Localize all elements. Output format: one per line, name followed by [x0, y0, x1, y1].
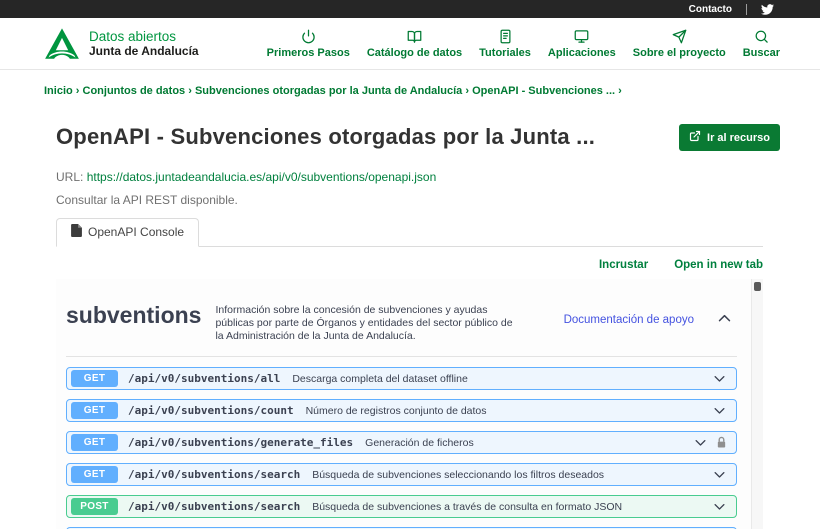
endpoint-summary: Generación de ficheros [365, 436, 474, 449]
resource-url-link[interactable]: https://datos.juntadeandalucia.es/api/v0… [87, 170, 437, 184]
url-label: URL: [56, 170, 84, 184]
breadcrumb-inicio[interactable]: Inicio [44, 85, 83, 97]
embed-link[interactable]: Incrustar [599, 259, 648, 271]
frame-actions: Incrustar Open in new tab [44, 259, 763, 271]
endpoint-summary: Búsqueda de subvenciones a través de con… [312, 500, 623, 513]
breadcrumb-conjuntos[interactable]: Conjuntos de datos [83, 85, 195, 97]
power-icon [301, 29, 316, 44]
method-badge: GET [71, 402, 118, 419]
chevron-up-icon [716, 314, 733, 330]
endpoint-summary: Búsqueda de subvenciones seleccionando l… [312, 468, 605, 481]
nav-item-buscar[interactable]: Buscar [743, 29, 780, 59]
method-badge: GET [71, 370, 118, 387]
section-divider [66, 356, 737, 357]
tab-label: OpenAPI Console [88, 225, 185, 239]
paper-plane-icon [672, 29, 687, 44]
brand[interactable]: Datos abiertos Junta de Andalucía [44, 27, 199, 60]
api-section-description: Información sobre la concesión de subven… [215, 304, 513, 342]
main-content: OpenAPI - Subvenciones otorgadas por la … [44, 124, 780, 529]
tablet-reader-icon [498, 29, 513, 44]
brand-title: Datos abiertos [89, 29, 177, 44]
resource-button-label: Ir al recurso [707, 131, 770, 144]
api-section-header: subventions Información sobre la concesi… [66, 279, 737, 343]
page-subtitle: Consultar la API REST disponible. [56, 193, 238, 207]
chevron-down-icon[interactable] [693, 435, 708, 450]
endpoint-row-generate-files[interactable]: GET /api/v0/subventions/generate_files G… [66, 431, 737, 454]
endpoint-summary: Descarga completa del dataset offline [292, 372, 468, 385]
breadcrumb: Inicio Conjuntos de datos Subvenciones o… [44, 85, 776, 97]
console-scrollbar[interactable] [751, 279, 763, 529]
api-section-title: subventions [66, 302, 202, 328]
nav-label: Tutoriales [479, 46, 531, 59]
tab-bar: OpenAPI Console [56, 218, 763, 247]
open-in-new-tab-link[interactable]: Open in new tab [674, 259, 763, 271]
site-header: Datos abiertos Junta de Andalucía Primer… [0, 18, 820, 70]
nav-label: Buscar [742, 46, 780, 59]
nav-item-aplicaciones[interactable]: Aplicaciones [548, 29, 616, 59]
file-icon [71, 224, 82, 240]
monitor-icon [574, 29, 589, 44]
breadcrumb-openapi[interactable]: OpenAPI - Subvenciones ... [472, 85, 622, 97]
lock-icon[interactable] [716, 436, 727, 449]
nav-item-catalogo[interactable]: Catálogo de datos [367, 29, 462, 59]
endpoint-path: /api/v0/subventions/search [128, 500, 301, 513]
twitter-icon[interactable] [761, 3, 774, 16]
external-link-icon [689, 130, 701, 145]
nav-item-tutoriales[interactable]: Tutoriales [479, 29, 531, 59]
openapi-console-frame: subventions Información sobre la concesi… [56, 279, 763, 529]
tab-openapi-console[interactable]: OpenAPI Console [56, 218, 200, 247]
contact-link[interactable]: Contacto [689, 4, 732, 15]
method-badge: GET [71, 434, 118, 451]
chevron-down-icon[interactable] [712, 371, 727, 386]
nav-item-primeros-pasos[interactable]: Primeros Pasos [267, 29, 350, 59]
page-title: OpenAPI - Subvenciones otorgadas por la … [56, 124, 596, 149]
chevron-down-icon[interactable] [712, 467, 727, 482]
endpoint-path: /api/v0/subventions/count [128, 404, 294, 417]
endpoint-row-all[interactable]: GET /api/v0/subventions/all Descarga com… [66, 367, 737, 390]
nav-label: Catálogo de datos [366, 46, 463, 59]
junta-andalucia-a-logo [44, 27, 80, 60]
utility-topbar: Contacto [0, 0, 820, 18]
nav-label: Sobre el proyecto [632, 46, 726, 59]
nav-item-sobre-el-proyecto[interactable]: Sobre el proyecto [633, 29, 726, 59]
topbar-divider [746, 3, 747, 15]
nav-label: Primeros Pasos [266, 46, 350, 59]
resource-url-line: URL: https://datos.juntadeandalucia.es/a… [56, 170, 780, 184]
endpoint-summary: Número de registros conjunto de datos [305, 404, 487, 417]
endpoint-path: /api/v0/subventions/generate_files [128, 436, 354, 449]
chevron-down-icon[interactable] [712, 499, 727, 514]
console-scrollbar-thumb[interactable] [754, 282, 761, 291]
method-badge: POST [71, 498, 118, 515]
endpoint-path: /api/v0/subventions/search [128, 468, 301, 481]
chevron-down-icon[interactable] [712, 403, 727, 418]
endpoint-row-count[interactable]: GET /api/v0/subventions/count Número de … [66, 399, 737, 422]
open-book-icon [407, 29, 422, 44]
support-documentation-link[interactable]: Documentación de apoyo [564, 314, 694, 326]
endpoint-row-search-post[interactable]: POST /api/v0/subventions/search Búsqueda… [66, 495, 737, 518]
go-to-resource-button[interactable]: Ir al recurso [679, 124, 780, 151]
method-badge: GET [71, 466, 118, 483]
nav-label: Aplicaciones [547, 46, 616, 59]
section-collapse-button[interactable] [716, 310, 733, 330]
breadcrumb-subvenciones[interactable]: Subvenciones otorgadas por la Junta de A… [195, 85, 472, 97]
search-icon [754, 29, 769, 44]
endpoint-row-search-get[interactable]: GET /api/v0/subventions/search Búsqueda … [66, 463, 737, 486]
brand-subtitle: Junta de Andalucía [89, 44, 199, 58]
endpoint-path: /api/v0/subventions/all [128, 372, 281, 385]
main-nav: Primeros Pasos Catálogo de datos Tutoria… [267, 29, 780, 59]
